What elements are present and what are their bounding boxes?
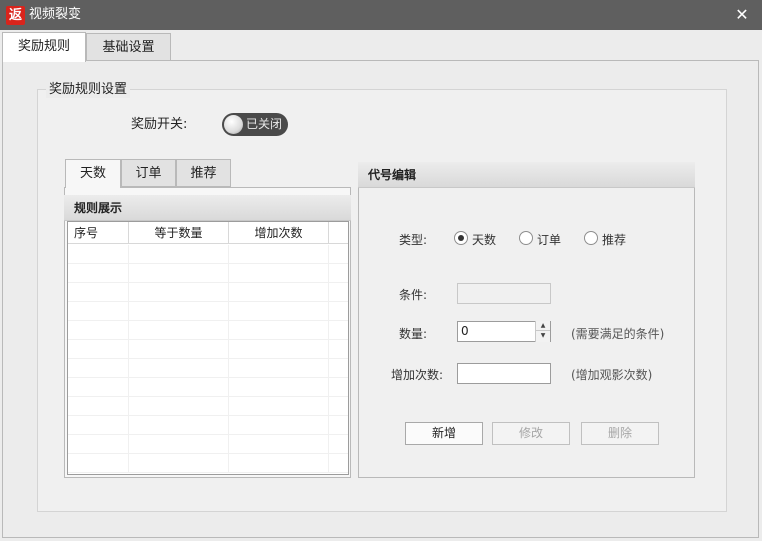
table-row[interactable] xyxy=(68,435,348,454)
table-cell xyxy=(68,378,129,397)
table-cell xyxy=(68,264,129,283)
radio-recommend-label[interactable]: 推荐 xyxy=(602,232,626,248)
table-cell xyxy=(129,359,229,378)
group-title: 奖励规则设置 xyxy=(46,82,131,98)
close-icon[interactable]: ✕ xyxy=(732,5,752,25)
table-cell xyxy=(229,340,329,359)
table-cell xyxy=(129,321,229,340)
table-cell xyxy=(129,264,229,283)
radio-recommend[interactable] xyxy=(584,231,598,245)
column-header-increase-count[interactable]: 增加次数 xyxy=(229,222,329,244)
condition-label: 条件: xyxy=(399,288,428,302)
table-cell xyxy=(68,359,129,378)
table-row[interactable] xyxy=(68,359,348,378)
table-cell xyxy=(229,302,329,321)
column-header-index[interactable]: 序号 xyxy=(68,222,129,244)
toggle-state-text: 已关闭 xyxy=(246,117,283,131)
radio-orders[interactable] xyxy=(519,231,533,245)
table-cell xyxy=(68,416,129,435)
spin-down-icon[interactable]: ▼ xyxy=(536,331,550,341)
increase-count-label: 增加次数: xyxy=(391,368,444,382)
table-cell xyxy=(229,378,329,397)
table-row[interactable] xyxy=(68,397,348,416)
table-row[interactable] xyxy=(68,264,348,283)
increase-count-input[interactable] xyxy=(457,363,551,384)
column-header-equal-qty[interactable]: 等于数量 xyxy=(129,222,229,244)
rules-table[interactable]: 序号 等于数量 增加次数 xyxy=(67,221,349,475)
table-cell xyxy=(129,378,229,397)
table-cell xyxy=(229,416,329,435)
edit-panel-header: 代号编辑 xyxy=(358,162,695,188)
type-label: 类型: xyxy=(399,233,428,247)
table-row[interactable] xyxy=(68,340,348,359)
quantity-spin-buttons: ▲ ▼ xyxy=(535,321,550,342)
table-header: 序号 等于数量 增加次数 xyxy=(68,222,348,244)
table-cell xyxy=(229,435,329,454)
table-cell xyxy=(229,321,329,340)
table-cell xyxy=(229,454,329,473)
increase-count-hint: (增加观影次数) xyxy=(571,368,653,382)
subtab-days[interactable]: 天数 xyxy=(65,159,121,188)
radio-days[interactable] xyxy=(454,231,468,245)
table-cell xyxy=(68,397,129,416)
table-cell xyxy=(129,397,229,416)
toggle-knob xyxy=(224,115,243,134)
table-row[interactable] xyxy=(68,454,348,473)
table-cell xyxy=(129,283,229,302)
modify-button[interactable]: 修改 xyxy=(492,422,570,445)
table-cell xyxy=(129,454,229,473)
radio-days-label[interactable]: 天数 xyxy=(472,232,496,248)
table-cell xyxy=(129,435,229,454)
title-bar xyxy=(0,0,762,30)
table-row[interactable] xyxy=(68,321,348,340)
reward-switch-label: 奖励开关: xyxy=(131,117,188,132)
table-cell xyxy=(68,302,129,321)
subtab-recommend[interactable]: 推荐 xyxy=(176,159,231,187)
table-cell xyxy=(129,245,229,264)
table-row[interactable] xyxy=(68,245,348,264)
table-cell xyxy=(229,264,329,283)
table-cell xyxy=(68,283,129,302)
table-row[interactable] xyxy=(68,302,348,321)
table-row[interactable] xyxy=(68,378,348,397)
table-cell xyxy=(68,340,129,359)
subtab-orders[interactable]: 订单 xyxy=(121,159,176,187)
app-logo-icon: 返 xyxy=(6,6,25,25)
table-cell xyxy=(229,359,329,378)
table-cell xyxy=(129,416,229,435)
table-cell xyxy=(68,245,129,264)
rules-panel-title: 规则展示 xyxy=(64,195,351,221)
quantity-label: 数量: xyxy=(399,327,428,341)
table-cell xyxy=(229,397,329,416)
table-cell xyxy=(229,245,329,264)
table-cell xyxy=(68,321,129,340)
tab-basic-settings[interactable]: 基础设置 xyxy=(86,33,171,61)
table-row[interactable] xyxy=(68,283,348,302)
table-cell xyxy=(129,302,229,321)
radio-orders-label[interactable]: 订单 xyxy=(537,232,561,248)
quantity-hint: (需要满足的条件) xyxy=(571,327,665,341)
table-cell xyxy=(68,454,129,473)
delete-button[interactable]: 删除 xyxy=(581,422,659,445)
table-cell xyxy=(229,283,329,302)
table-cell xyxy=(129,340,229,359)
reward-toggle[interactable]: 已关闭 xyxy=(222,113,288,136)
condition-input xyxy=(457,283,551,304)
add-button[interactable]: 新增 xyxy=(405,422,483,445)
table-cell xyxy=(68,435,129,454)
spin-up-icon[interactable]: ▲ xyxy=(536,321,550,331)
tab-reward-rules[interactable]: 奖励规则 xyxy=(2,32,86,62)
edit-panel-title: 代号编辑 xyxy=(358,162,695,188)
rules-panel-header: 规则展示 xyxy=(64,195,351,221)
window-title: 视频裂变 xyxy=(29,7,82,22)
table-row[interactable] xyxy=(68,416,348,435)
